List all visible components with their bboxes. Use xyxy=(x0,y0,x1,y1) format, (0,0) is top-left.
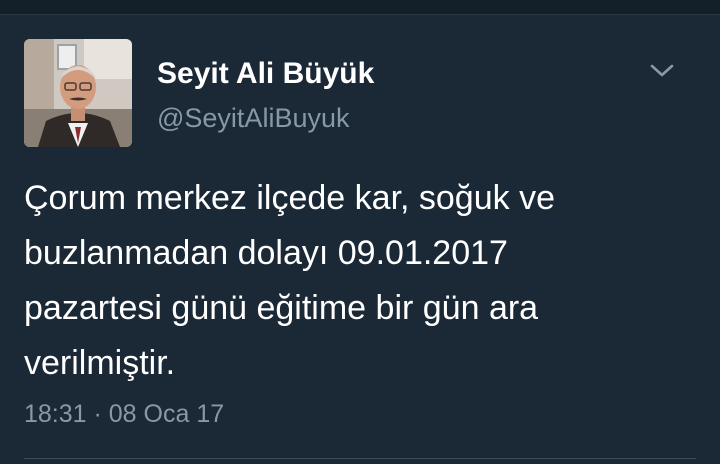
tweet-text-line: verilmiştir. xyxy=(24,344,176,382)
tweet-timestamp[interactable]: 18:31 · 08 Oca 17 xyxy=(24,400,224,429)
top-bar xyxy=(0,0,720,15)
chevron-down-icon[interactable] xyxy=(648,61,676,81)
tweet-text: Çorum merkez ilçede kar, soğuk ve buzlan… xyxy=(24,171,664,391)
tweet-text-line: Çorum merkez ilçede kar, soğuk ve xyxy=(24,179,555,217)
divider xyxy=(24,458,696,459)
author-name[interactable]: Seyit Ali Büyük xyxy=(157,57,374,91)
tweet-card: Seyit Ali Büyük @SeyitAliBuyuk Çorum mer… xyxy=(0,15,720,464)
tweet-text-line: buzlanmadan dolayı 09.01.2017 xyxy=(24,234,508,272)
avatar[interactable] xyxy=(24,39,132,147)
tweet-text-line: pazartesi günü eğitime bir gün ara xyxy=(24,289,539,327)
profile-photo-icon xyxy=(24,39,132,147)
author-handle[interactable]: @SeyitAliBuyuk xyxy=(157,103,349,134)
